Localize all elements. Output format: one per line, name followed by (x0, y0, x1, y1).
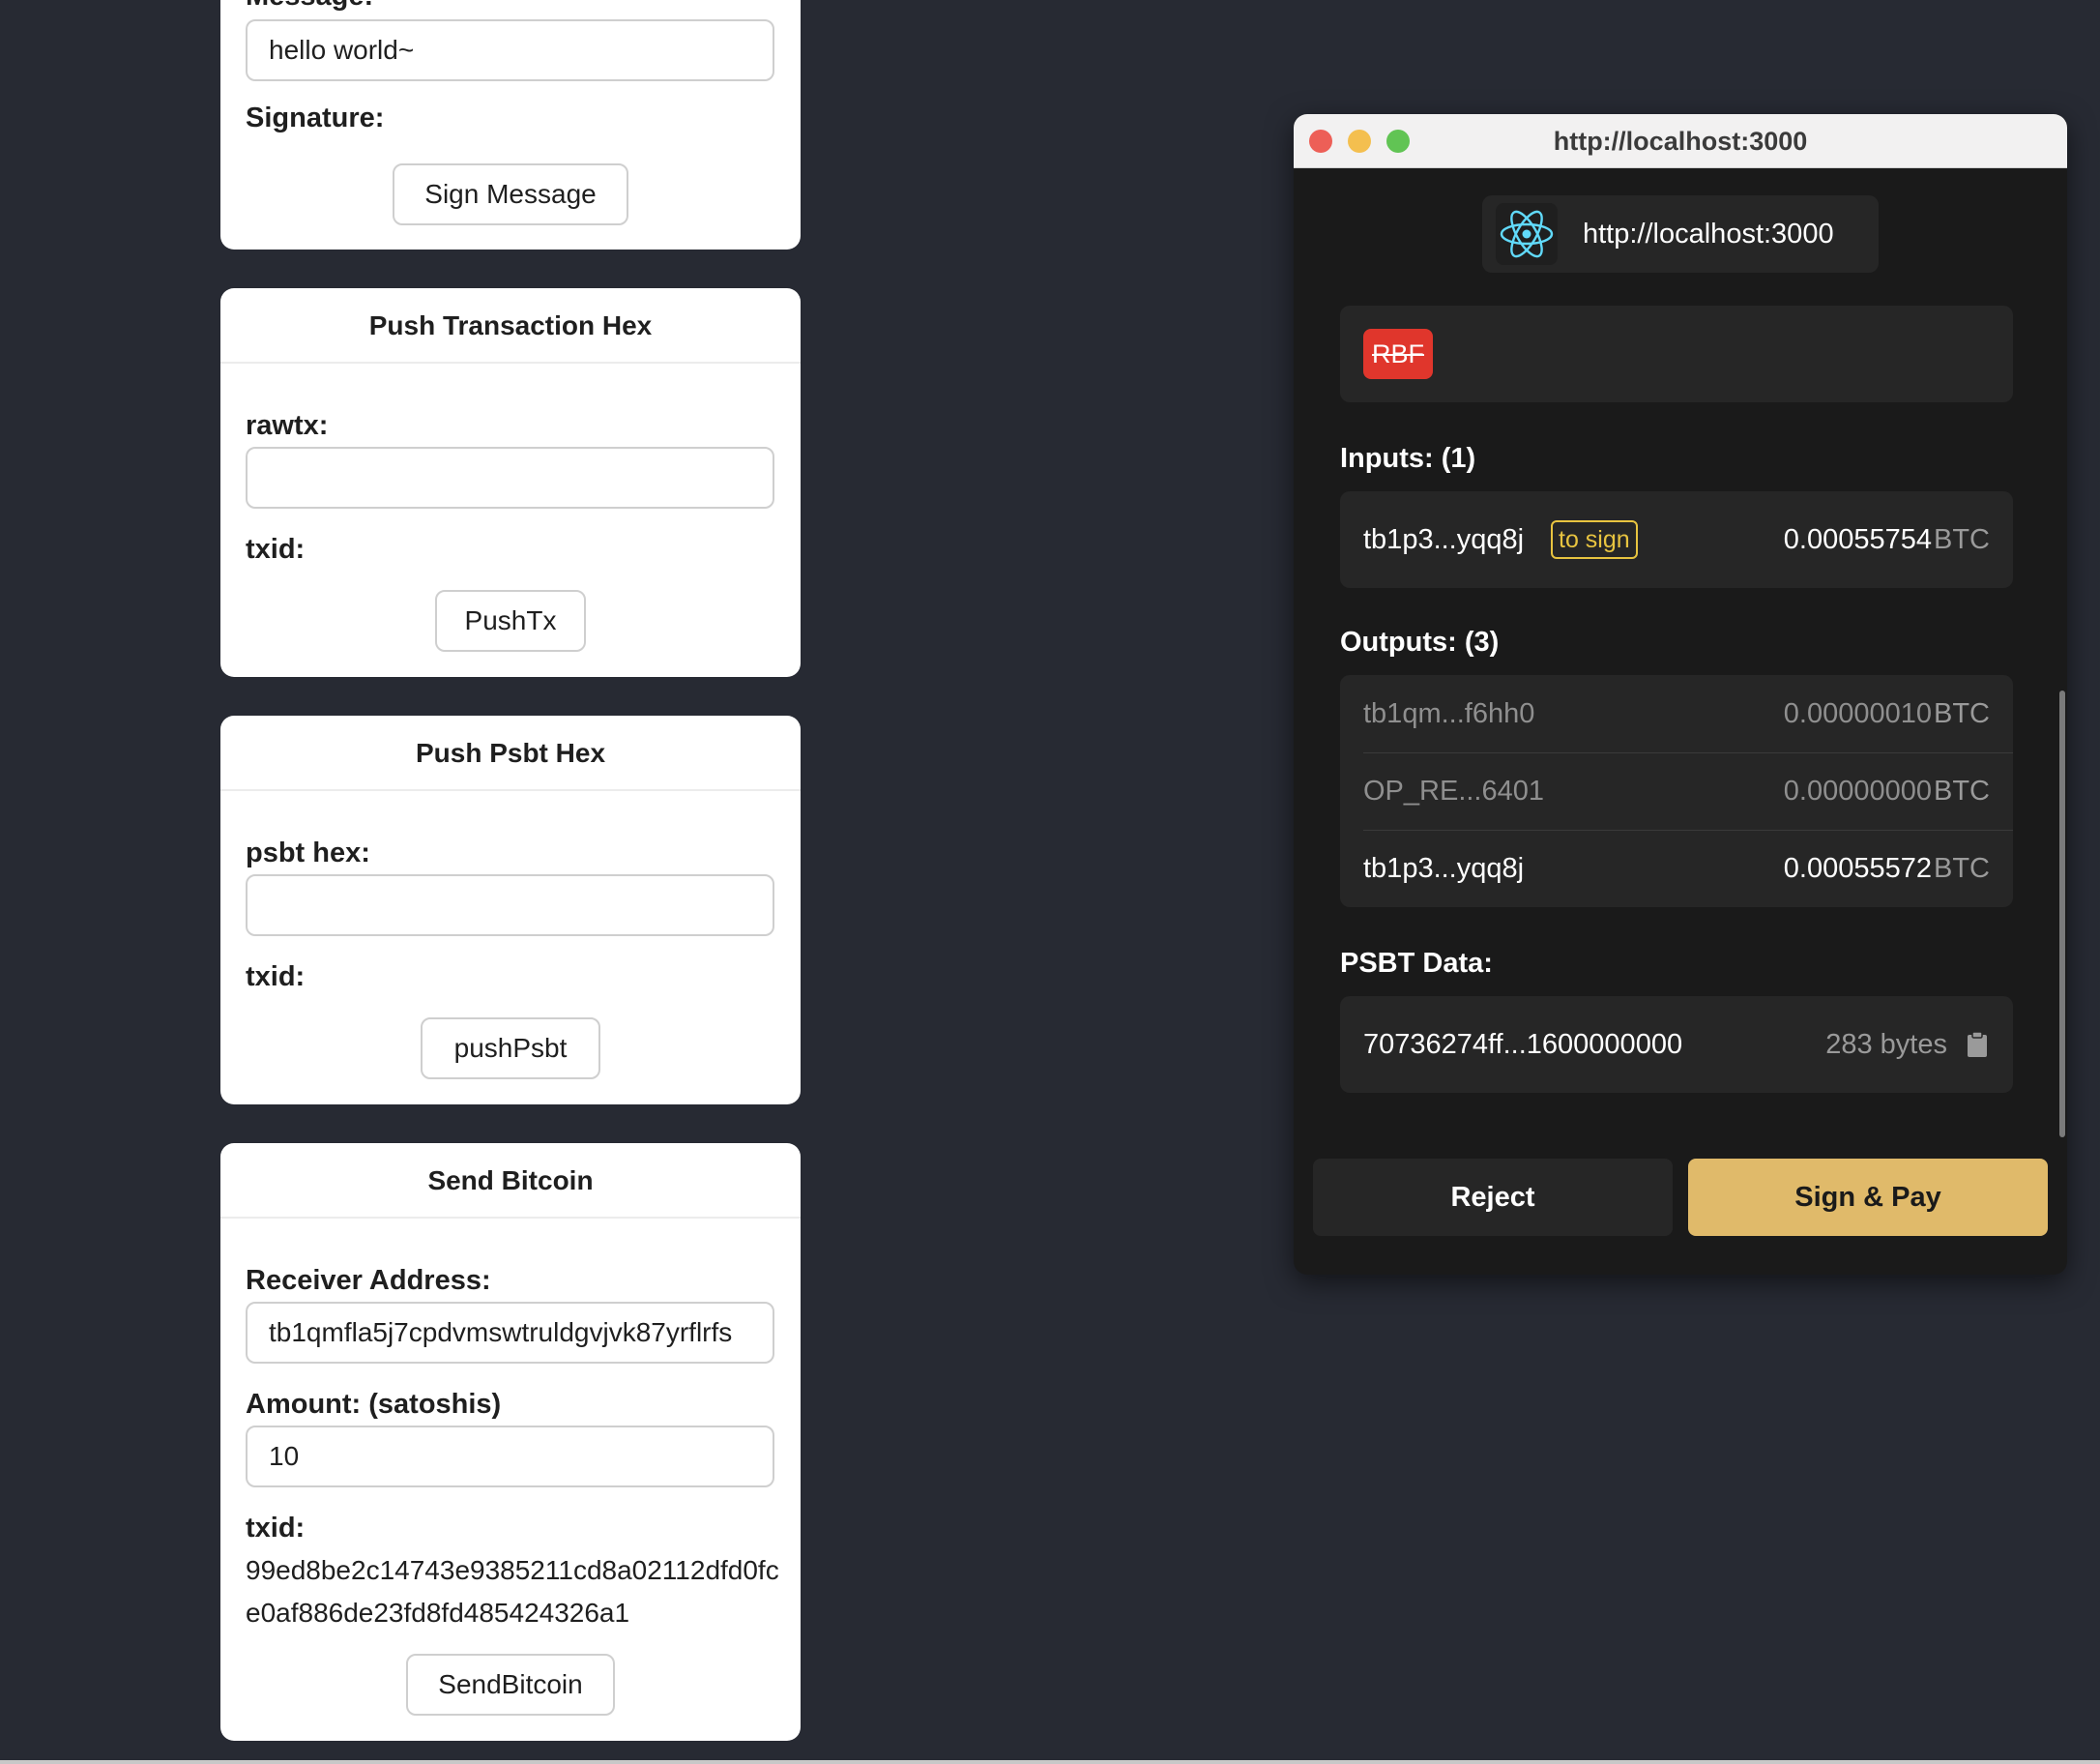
psbt-hex-value: 70736274ff...1600000000 (1363, 1029, 1683, 1060)
output-address: tb1p3...yqq8j (1363, 853, 1525, 884)
window-title: http://localhost:3000 (1553, 127, 1808, 156)
input-address: tb1p3...yqq8j (1363, 524, 1525, 555)
sign-message-button[interactable]: Sign Message (393, 163, 628, 225)
txid-label: txid: (246, 534, 306, 565)
output-row: OP_RE...6401 0.00000000 BTC (1340, 752, 2013, 830)
rbf-panel: RBF (1340, 306, 2013, 402)
output-row: tb1p3...yqq8j 0.00055572 BTC (1340, 830, 2013, 907)
popup-scrollbar[interactable] (2059, 691, 2065, 1137)
input-unit: BTC (1934, 524, 1990, 555)
push-tx-card: Push Transaction Hex rawtx: txid: PushTx (220, 288, 801, 677)
txid-label: txid: (246, 961, 306, 992)
send-bitcoin-button[interactable]: SendBitcoin (406, 1654, 615, 1716)
clipboard-icon[interactable] (1967, 1031, 1988, 1058)
receiver-address-label: Receiver Address: (246, 1265, 491, 1296)
push-tx-button[interactable]: PushTx (435, 590, 586, 652)
rawtx-label: rawtx: (246, 410, 329, 441)
output-amount: 0.00000000 (1783, 776, 1932, 807)
output-amount: 0.00055572 (1783, 853, 1932, 884)
psbt-data-title: PSBT Data: (1340, 948, 1493, 979)
window-titlebar: http://localhost:3000 (1294, 114, 2067, 168)
push-psbt-title: Push Psbt Hex (220, 716, 801, 791)
receiver-address-input[interactable] (246, 1302, 774, 1364)
sign-and-pay-button[interactable]: Sign & Pay (1688, 1159, 2048, 1236)
output-row: tb1qm...f6hh0 0.00000010 BTC (1340, 675, 2013, 752)
psbt-hex-label: psbt hex: (246, 838, 370, 868)
inputs-panel: tb1p3...yqq8j to sign 0.00055754 BTC (1340, 491, 2013, 588)
txid-label: txid: (246, 1513, 306, 1544)
send-bitcoin-title: Send Bitcoin (220, 1143, 801, 1219)
react-icon (1496, 203, 1558, 265)
input-amount: 0.00055754 (1783, 524, 1932, 555)
reject-button[interactable]: Reject (1313, 1159, 1673, 1236)
txid-value: 99ed8be2c14743e9385211cd8a02112dfd0fce0a… (246, 1555, 779, 1628)
outputs-title: Outputs: (3) (1340, 627, 1500, 658)
wallet-popup-window: http://localhost:3000 http://localhost:3… (1294, 114, 2067, 1275)
amount-input[interactable] (246, 1426, 774, 1487)
push-tx-title: Push Transaction Hex (220, 288, 801, 364)
bottom-window-edge (0, 1760, 2100, 1764)
origin-badge: http://localhost:3000 (1482, 195, 1879, 273)
psbt-data-panel: 70736274ff...1600000000 283 bytes (1340, 996, 2013, 1093)
output-unit: BTC (1934, 776, 1990, 807)
rbf-badge: RBF (1363, 329, 1433, 379)
amount-label: Amount: (satoshis) (246, 1389, 502, 1420)
message-input[interactable] (246, 19, 774, 81)
inputs-title: Inputs: (1) (1340, 443, 1476, 474)
psbt-data-row: 70736274ff...1600000000 283 bytes (1340, 1006, 2013, 1083)
rawtx-input[interactable] (246, 447, 774, 509)
output-unit: BTC (1934, 853, 1990, 884)
origin-url: http://localhost:3000 (1583, 219, 1834, 250)
output-unit: BTC (1934, 698, 1990, 729)
to-sign-tag: to sign (1551, 520, 1638, 559)
send-bitcoin-card: Send Bitcoin Receiver Address: Amount: (… (220, 1143, 801, 1741)
push-psbt-card: Push Psbt Hex psbt hex: txid: pushPsbt (220, 716, 801, 1104)
input-row: tb1p3...yqq8j to sign 0.00055754 BTC (1340, 501, 2013, 578)
push-psbt-button[interactable]: pushPsbt (421, 1017, 600, 1079)
output-amount: 0.00000010 (1783, 698, 1932, 729)
sign-message-card: Message: Signature: Sign Message (220, 0, 801, 250)
psbt-hex-input[interactable] (246, 874, 774, 936)
outputs-panel: tb1qm...f6hh0 0.00000010 BTC OP_RE...640… (1340, 675, 2013, 907)
psbt-size: 283 bytes (1825, 1029, 1947, 1060)
signature-label: Signature: (246, 103, 385, 133)
output-address: tb1qm...f6hh0 (1363, 698, 1535, 729)
message-label: Message: (246, 0, 373, 13)
output-address: OP_RE...6401 (1363, 776, 1544, 807)
